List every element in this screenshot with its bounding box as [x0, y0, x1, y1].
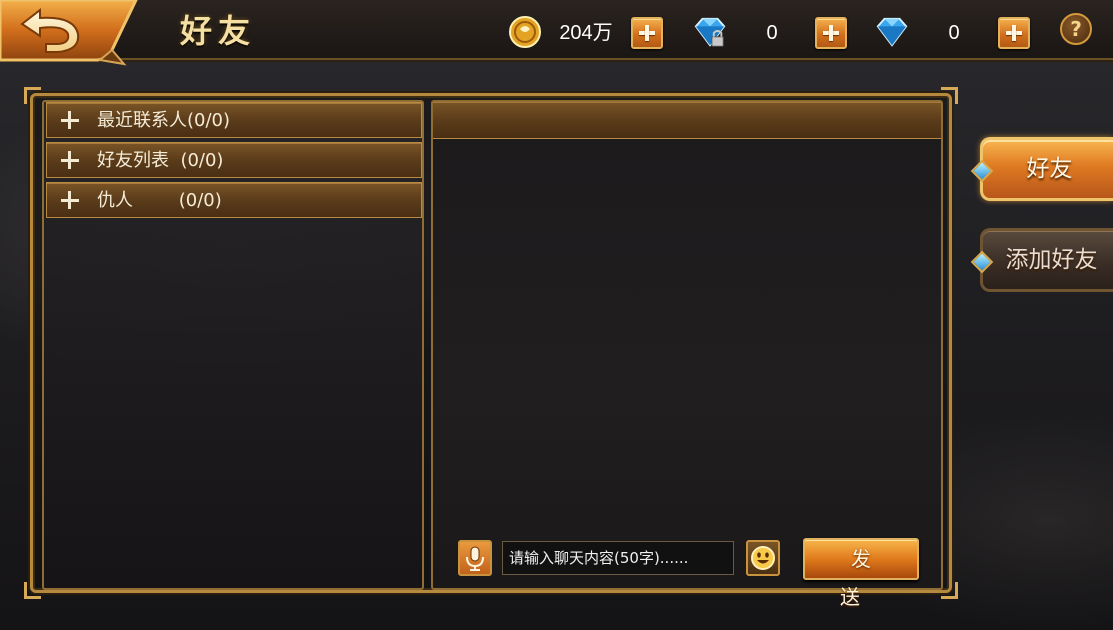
bound-diamond-amount: 0 [766, 22, 778, 44]
back-arrow-icon [0, 0, 138, 66]
expand-plus-icon [61, 191, 79, 209]
gold-coin-icon [509, 16, 541, 48]
group-label: 最近联系人(0/0) [97, 110, 231, 131]
frame-corner-ornament [24, 87, 41, 104]
expand-plus-icon [61, 151, 79, 169]
group-recent-contacts[interactable]: 最近联系人(0/0) [46, 102, 422, 138]
tab-friends[interactable]: 好友 [970, 137, 1113, 201]
locked-diamond-icon [694, 17, 726, 47]
friends-screen: 好友 204万 0 0 ? 最近联系人(0/0) 好友列表 (0/0) 仇人 (… [0, 0, 1113, 630]
frame-corner-ornament [24, 582, 41, 599]
group-label: 好友列表 (0/0) [97, 150, 224, 171]
voice-button[interactable] [458, 540, 492, 576]
add-bound-diamond-button[interactable] [815, 17, 847, 49]
chat-header [433, 102, 941, 139]
group-friend-list[interactable]: 好友列表 (0/0) [46, 142, 422, 178]
top-bar: 好友 204万 0 0 ? [0, 0, 1113, 66]
chat-panel [431, 100, 943, 590]
frame-corner-ornament [941, 87, 958, 104]
gold-amount: 204万 [559, 22, 613, 44]
emoji-button[interactable] [746, 540, 780, 576]
chat-message-area[interactable] [433, 140, 941, 530]
frame-corner-ornament [941, 582, 958, 599]
friend-list-panel: 最近联系人(0/0) 好友列表 (0/0) 仇人 (0/0) [42, 100, 424, 590]
group-label: 仇人 (0/0) [97, 190, 222, 211]
page-title: 好友 [180, 12, 257, 50]
tab-label: 添加好友 [1005, 247, 1098, 273]
help-button[interactable]: ? [1060, 13, 1092, 45]
tab-add-friend[interactable]: 添加好友 [970, 228, 1113, 292]
smiley-face-icon [751, 546, 775, 570]
add-diamond-button[interactable] [998, 17, 1030, 49]
microphone-icon [466, 546, 484, 571]
add-gold-button[interactable] [631, 17, 663, 49]
group-enemies[interactable]: 仇人 (0/0) [46, 182, 422, 218]
tab-label: 好友 [1026, 156, 1073, 182]
expand-plus-icon [61, 111, 79, 129]
chat-input[interactable] [502, 541, 734, 575]
send-button[interactable]: 发 送 [803, 538, 919, 609]
back-button[interactable] [0, 0, 138, 66]
diamond-amount: 0 [948, 22, 960, 44]
diamond-icon [876, 17, 908, 47]
